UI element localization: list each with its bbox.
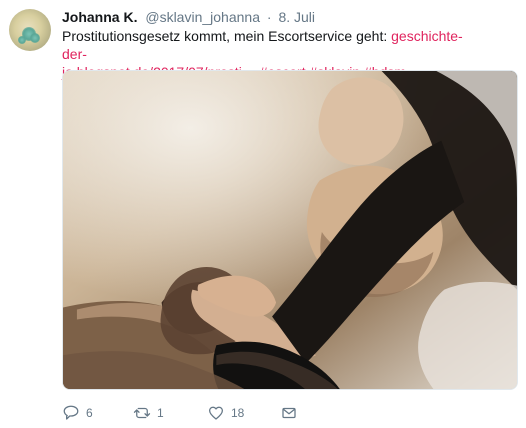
mail-icon [282, 407, 296, 419]
like-count: 18 [231, 406, 245, 420]
retweet-count: 1 [157, 406, 164, 420]
tweet-text-body: Prostitutionsgesetz kommt, mein Escortse… [62, 28, 392, 44]
author-name[interactable]: Johanna K. [62, 9, 137, 25]
reply-button[interactable]: 6 [62, 402, 93, 424]
reply-count: 6 [86, 406, 93, 420]
avatar[interactable] [9, 9, 51, 51]
avatar-flower-icon [30, 33, 40, 43]
tweet-date[interactable]: 8. Juli [278, 9, 315, 25]
tweet-actions: 6 1 18 [62, 402, 322, 424]
direct-message-button[interactable] [280, 402, 298, 424]
author-handle[interactable]: @sklavin_johanna [145, 9, 260, 25]
avatar-flower-icon [18, 36, 26, 44]
header-separator: · [266, 9, 272, 25]
retweet-button[interactable]: 1 [133, 402, 164, 424]
tweet-header: Johanna K. @sklavin_johanna · 8. Juli [62, 8, 315, 26]
reply-icon [63, 405, 79, 420]
retweet-icon [133, 407, 151, 419]
tweet: Johanna K. @sklavin_johanna · 8. Juli Pr… [0, 0, 526, 428]
tweet-media[interactable] [62, 70, 518, 390]
heart-icon [208, 406, 224, 420]
media-photo [63, 71, 517, 389]
like-button[interactable]: 18 [207, 402, 244, 424]
